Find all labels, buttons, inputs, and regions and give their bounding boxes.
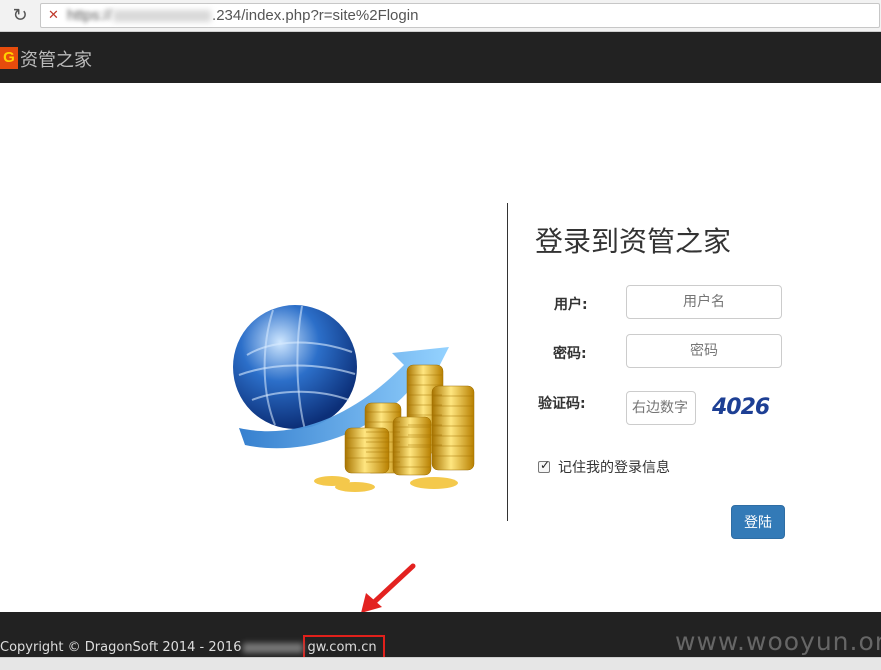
copyright-text: Copyright © DragonSoft 2014 - 2016 [0, 640, 242, 655]
address-url[interactable]: https:// .234/index.php?r=site%2Flogin [67, 7, 418, 24]
reload-icon[interactable]: ↻ [10, 5, 30, 25]
password-label: 密码: [553, 346, 587, 362]
url-scheme: https:// [67, 7, 113, 24]
footer-redacted-text [243, 642, 304, 653]
red-arrow-icon [361, 563, 416, 613]
remember-me-label: 记住我的登录信息 [558, 460, 670, 476]
captcha-label: 验证码: [538, 396, 586, 412]
captcha-image[interactable]: 4026 [712, 395, 770, 420]
password-input[interactable] [626, 334, 782, 368]
login-title: 登录到资管之家 [535, 225, 732, 258]
captcha-input[interactable] [626, 391, 696, 425]
url-redacted-host [113, 10, 212, 23]
username-label: 用户: [554, 297, 588, 313]
username-input[interactable] [626, 285, 782, 319]
top-navbar: G 资管之家 [0, 32, 881, 83]
remember-me-checkbox[interactable]: 记住我的登录信息 [538, 457, 670, 477]
login-divider [507, 203, 508, 521]
brand-logo-icon[interactable]: G [0, 47, 18, 69]
address-bar[interactable]: ✕ https:// .234/index.php?r=site%2Flogin [40, 3, 880, 28]
source-watermark: www.wooyun.org [675, 627, 881, 656]
globe-coins-image [233, 305, 475, 492]
url-path: .234/index.php?r=site%2Flogin [212, 7, 419, 24]
browser-toolbar: ↻ ✕ https:// .234/index.php?r=site%2Flogi… [0, 0, 881, 32]
login-button[interactable]: 登陆 [731, 505, 785, 539]
footer-domain: gw.com.cn [307, 640, 377, 655]
browser-bottom-strip [0, 657, 881, 670]
remember-checkbox-icon[interactable] [538, 458, 550, 473]
brand-title[interactable]: 资管之家 [20, 46, 92, 72]
insecure-page-icon[interactable]: ✕ [48, 7, 64, 23]
